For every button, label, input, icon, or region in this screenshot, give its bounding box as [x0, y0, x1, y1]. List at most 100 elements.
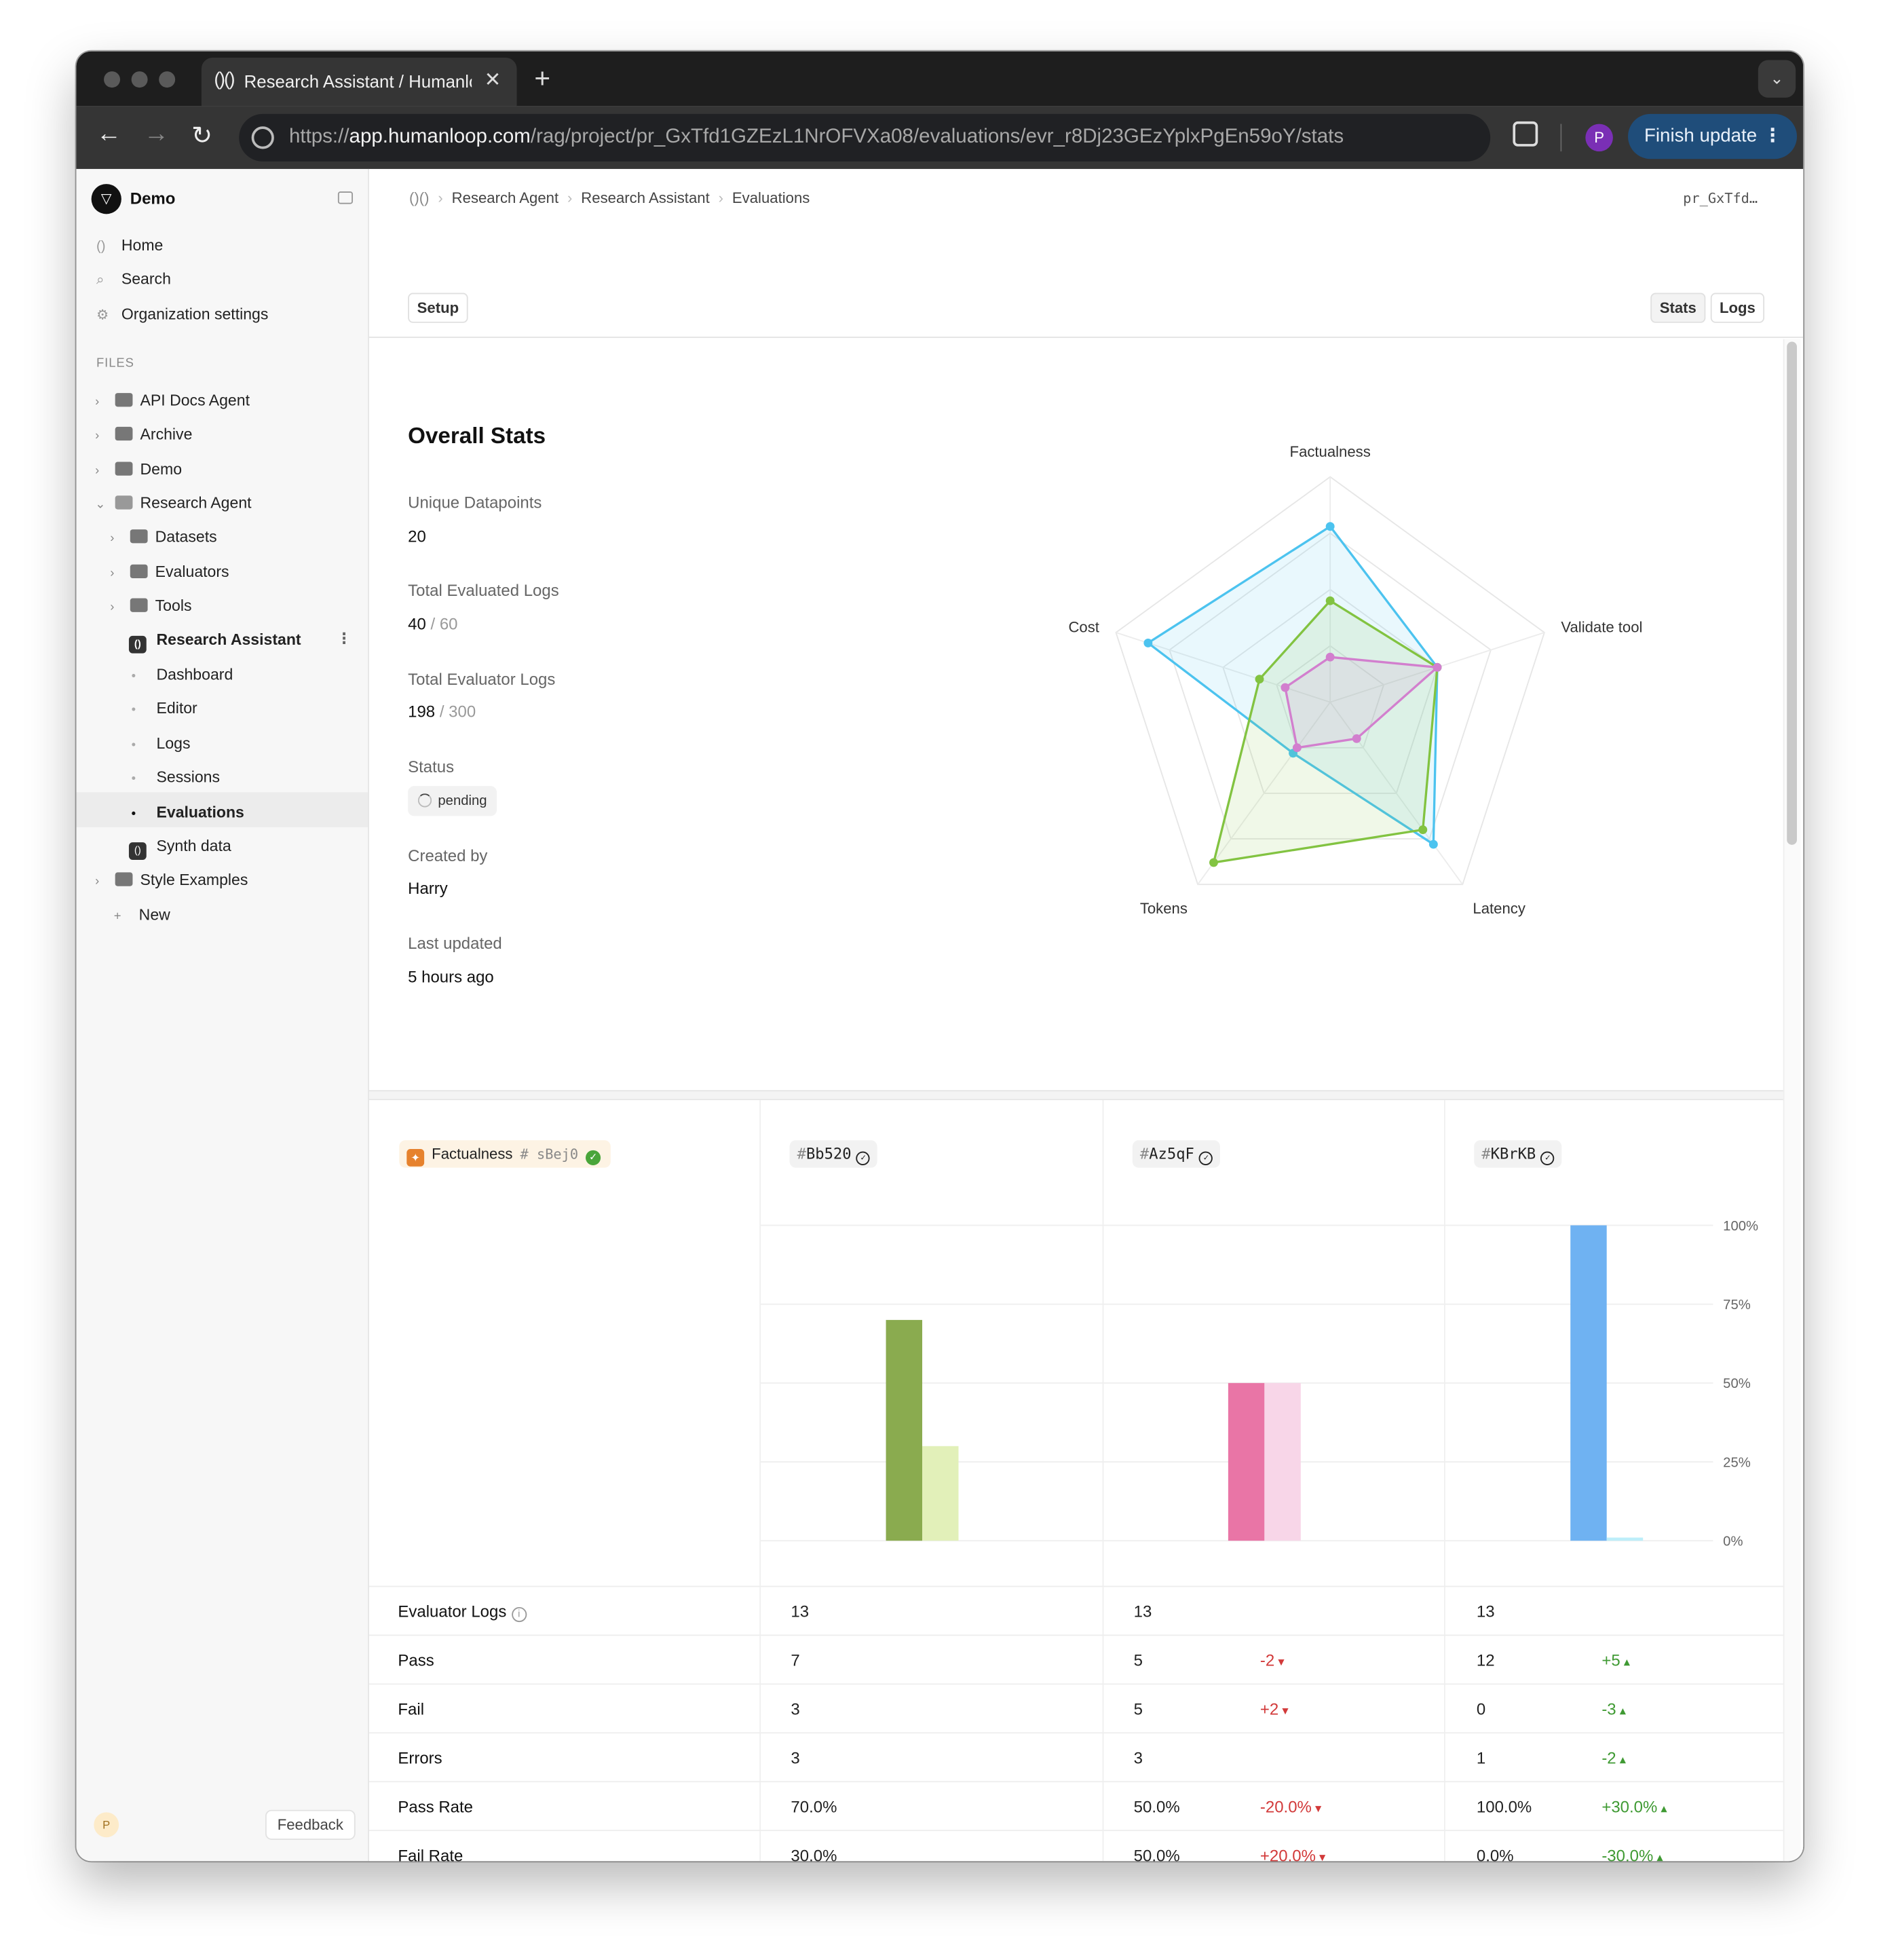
version-chip-1[interactable]: #Bb520 ✓ [789, 1140, 878, 1168]
breadcrumb-evaluations[interactable]: Evaluations [732, 189, 810, 206]
check-circle-icon: ✓ [586, 1150, 601, 1165]
radar-point [1433, 662, 1442, 672]
browser-tab[interactable]: ()() Research Assistant / Humanloop ✕ [201, 57, 517, 107]
radar-point [1281, 683, 1290, 692]
status-badge: pending [408, 786, 497, 816]
toolbar-separator [1560, 124, 1562, 152]
cell-value: 13 [1133, 1602, 1152, 1621]
cell-delta: +30.0% [1601, 1797, 1667, 1816]
site-info-icon[interactable] [251, 126, 274, 149]
total-evaluator-logs-value: 198 / 300 [408, 702, 476, 721]
evaluator-chip[interactable]: ✦ Factualness # sBej0 ✓ [399, 1140, 611, 1168]
tree-folder-evaluators[interactable]: › Evaluators [110, 563, 229, 581]
main-content: ()() › Research Agent › Research Assistant › E… [368, 168, 1804, 1862]
radar-point [1255, 675, 1264, 684]
tree-item-evaluations[interactable]: • Evaluations [132, 804, 244, 821]
folder-icon [130, 529, 148, 544]
total-evaluated-logs-label: Total Evaluated Logs [408, 580, 559, 600]
version-chip-3[interactable]: #KBrKB ✓ [1474, 1140, 1562, 1168]
cell-value: 50.0% [1133, 1846, 1180, 1862]
cell-value: 12 [1476, 1651, 1495, 1670]
cell-value: 0 [1476, 1699, 1486, 1719]
file-id[interactable]: pr_GxTfd… [1683, 190, 1758, 206]
row-label: Evaluator Logs i [398, 1602, 527, 1623]
tree-item-sessions[interactable]: • Sessions [132, 768, 220, 786]
nav-home[interactable]: () Home [96, 237, 163, 255]
tree-item-logs[interactable]: • Logs [132, 735, 191, 753]
table-row: Errors 3 3 1 -2 [368, 1732, 1783, 1781]
tree-folder-api-docs-agent[interactable]: › API Docs Agent [95, 392, 250, 409]
close-window-button[interactable] [104, 71, 121, 88]
cell-value: 30.0% [791, 1846, 837, 1862]
breadcrumb-research-assistant[interactable]: Research Assistant [581, 189, 709, 206]
profile-avatar[interactable]: P [1585, 124, 1613, 152]
extensions-icon[interactable] [1513, 121, 1538, 147]
tree-folder-research-agent[interactable]: ⌄ Research Agent [95, 494, 251, 512]
prompt-file-icon: () [128, 635, 147, 654]
reload-icon[interactable]: ↻ [191, 120, 212, 151]
tree-folder-style-examples[interactable]: › Style Examples [95, 871, 248, 889]
address-bar[interactable]: https://app.humanloop.com/rag/project/pr… [239, 113, 1491, 162]
back-arrow-icon[interactable]: ← [96, 120, 121, 149]
tree-file-research-assistant[interactable]: () Research Assistant [128, 630, 301, 654]
tree-new-button[interactable]: + New [114, 906, 170, 924]
folder-icon [115, 426, 133, 441]
breadcrumb: ()() › Research Agent › Research Assistant › E… [409, 189, 810, 207]
table-row: Pass Rate 70.0% 50.0% -20.0% 100.0% +30.… [368, 1781, 1783, 1830]
status-label: Status [408, 757, 455, 776]
radar-chart: Factualness Validate tool Latency Tokens Cos… [1068, 445, 1642, 917]
row-label: Fail Rate [398, 1846, 463, 1862]
folder-icon [130, 598, 148, 612]
nav-search[interactable]: ⌕ Search [96, 270, 171, 289]
tab-title: Research Assistant / Humanloop [244, 71, 472, 92]
tab-search-button[interactable]: ⌄ [1758, 60, 1796, 98]
row-label: Pass Rate [398, 1797, 474, 1816]
tree-folder-datasets[interactable]: › Datasets [110, 528, 216, 546]
row-label: Fail [398, 1699, 425, 1719]
user-avatar[interactable]: P [94, 1812, 119, 1838]
cell-value: 3 [791, 1699, 800, 1719]
tree-folder-tools[interactable]: › Tools [110, 597, 191, 615]
tree-folder-demo[interactable]: › Demo [95, 461, 182, 478]
feedback-button[interactable]: Feedback [265, 1809, 356, 1840]
browser-window: ()() Research Assistant / Humanloop ✕ + … [76, 51, 1804, 1862]
url-text: https://app.humanloop.com/rag/project/pr… [288, 126, 1344, 148]
new-tab-button[interactable]: + [534, 62, 550, 95]
info-icon[interactable]: i [511, 1606, 527, 1623]
bar-y-tick-label: 100% [1723, 1220, 1758, 1234]
bar-y-tick-label: 50% [1723, 1376, 1751, 1391]
file-options-icon[interactable]: ⋮ [337, 630, 352, 647]
version-chip-2[interactable]: #Az5qF ✓ [1132, 1140, 1221, 1168]
tree-item-dashboard[interactable]: • Dashboard [132, 666, 233, 683]
total-evaluated-logs-value: 40 / 60 [408, 614, 458, 634]
row-label: Pass [398, 1651, 434, 1670]
finish-update-button[interactable]: Finish update ⋮ [1628, 113, 1797, 159]
scrollbar[interactable] [1787, 341, 1797, 845]
humanloop-icon: () [96, 239, 106, 255]
tab-stats[interactable]: Stats [1650, 293, 1706, 323]
evaluator-icon: ✦ [406, 1148, 425, 1167]
setup-button[interactable]: Setup [408, 293, 468, 323]
nav-organization-settings[interactable]: ⚙ Organization settings [96, 305, 268, 323]
breadcrumb-research-agent[interactable]: Research Agent [452, 189, 558, 206]
radar-axis-label: Cost [1068, 618, 1099, 635]
tree-file-synth-data[interactable]: () Synth data [128, 837, 231, 860]
bar-y-tick-label: 25% [1723, 1455, 1751, 1470]
workspace-name[interactable]: Demo [130, 189, 176, 208]
check-icon: ✓ [1199, 1151, 1213, 1165]
maximize-window-button[interactable] [159, 71, 176, 88]
collapse-sidebar-icon[interactable] [337, 191, 354, 204]
cell-delta: -30.0% [1601, 1846, 1663, 1861]
minimize-window-button[interactable] [131, 71, 148, 88]
close-tab-icon[interactable]: ✕ [485, 68, 501, 93]
tab-logs[interactable]: Logs [1710, 293, 1765, 323]
tree-item-editor[interactable]: • Editor [132, 700, 197, 717]
chevron-right-icon: › [95, 875, 100, 889]
forward-arrow-icon[interactable]: → [144, 120, 169, 149]
created-by-value: Harry [408, 878, 448, 898]
cell-value: 50.0% [1133, 1797, 1180, 1816]
radar-point [1325, 596, 1335, 605]
created-by-label: Created by [408, 846, 488, 865]
tree-folder-archive[interactable]: › Archive [95, 426, 192, 443]
chevron-right-icon: › [95, 429, 100, 443]
